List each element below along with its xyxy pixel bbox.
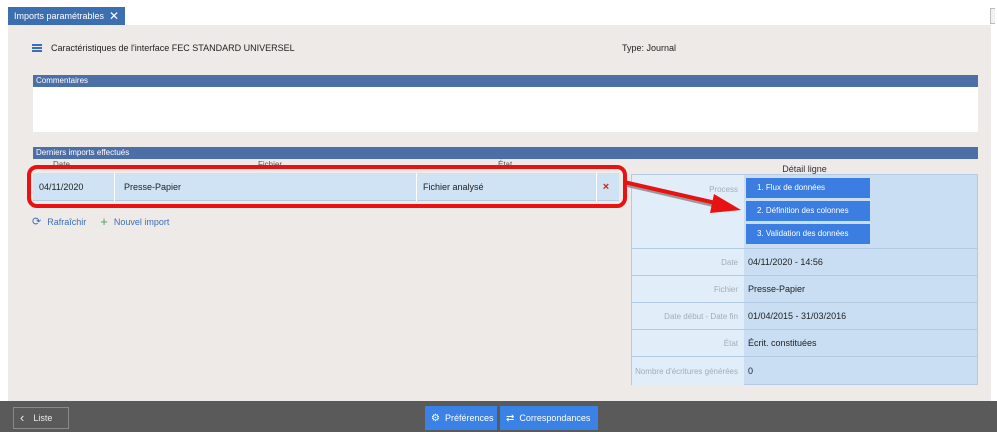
gear-icon: ⚙ [431, 412, 440, 424]
detail-value: Presse-Papier [748, 284, 806, 294]
new-import-button[interactable]: + Nouvel import [100, 214, 169, 229]
detail-row-file: Fichier Presse-Papier [632, 276, 977, 303]
page-title: Caractéristiques de l'interface FEC STAN… [51, 43, 295, 53]
tab-imports-parametrables[interactable]: Imports paramétrables ✕ [8, 7, 125, 25]
detail-value: Écrit. constituées [748, 338, 817, 348]
chevron-left-icon: ‹ [20, 410, 25, 425]
interface-type: Type: Journal [622, 43, 677, 53]
mappings-label: Correspondances [519, 413, 591, 423]
detail-panel: Process 1. Flux de données 2. Définition… [631, 174, 978, 385]
detail-value: 04/11/2020 - 14:56 [748, 257, 823, 267]
detail-label: Fichier [632, 276, 744, 302]
bottom-toolbar: ‹ Liste ⚙ Préférences ⇄ Correspondances [0, 401, 997, 432]
last-imports-section-header: Derniers imports effectués [33, 147, 978, 159]
menu-icon[interactable] [32, 44, 42, 52]
plus-icon: + [100, 214, 108, 229]
detail-label: État [632, 330, 744, 356]
list-button[interactable]: ‹ Liste [13, 407, 69, 429]
comments-section-header: Commentaires [33, 75, 978, 87]
detail-row-process: Process 1. Flux de données 2. Définition… [632, 175, 977, 249]
mappings-button[interactable]: ⇄ Correspondances [500, 406, 598, 430]
import-actions: ⟳ Rafraîchir + Nouvel import [32, 214, 183, 229]
process-step-data-flow[interactable]: 1. Flux de données [746, 178, 870, 198]
preferences-button[interactable]: ⚙ Préférences [425, 406, 497, 430]
preferences-label: Préférences [444, 413, 494, 423]
process-step-data-validation[interactable]: 3. Validation des données [746, 224, 870, 244]
detail-value: 0 [748, 366, 754, 376]
list-label: Liste [33, 413, 53, 423]
refresh-label: Rafraîchir [47, 216, 87, 227]
comments-field[interactable] [33, 87, 978, 132]
detail-title: Détail ligne [782, 164, 827, 174]
refresh-icon: ⟳ [32, 216, 42, 228]
detail-label: Date début - Date fin [632, 303, 744, 329]
detail-value: 01/04/2015 - 31/03/2016 [748, 311, 847, 321]
tab-bar: Imports paramétrables ✕ [0, 0, 997, 28]
page-header: Caractéristiques de l'interface FEC STAN… [32, 41, 972, 55]
main-panel: Caractéristiques de l'interface FEC STAN… [8, 25, 991, 401]
close-icon[interactable]: ✕ [109, 10, 119, 22]
detail-row-period: Date début - Date fin 01/04/2015 - 31/03… [632, 303, 977, 330]
detail-row-state: État Écrit. constituées [632, 330, 977, 357]
detail-row-date: Date 04/11/2020 - 14:56 [632, 249, 977, 276]
refresh-button[interactable]: ⟳ Rafraîchir [32, 215, 86, 228]
tab-label: Imports paramétrables [14, 11, 105, 21]
new-import-label: Nouvel import [113, 216, 170, 227]
shuffle-icon: ⇄ [506, 412, 515, 424]
detail-label: Nombre d'écritures générées [632, 357, 744, 385]
detail-row-entries-count: Nombre d'écritures générées 0 [632, 357, 977, 385]
process-step-column-definition[interactable]: 2. Définition des colonnes [746, 201, 870, 221]
detail-label: Process [632, 175, 744, 248]
collapsed-panel-edge[interactable] [990, 8, 995, 24]
detail-label: Date [632, 249, 744, 275]
annotation-highlight-box [27, 165, 627, 208]
